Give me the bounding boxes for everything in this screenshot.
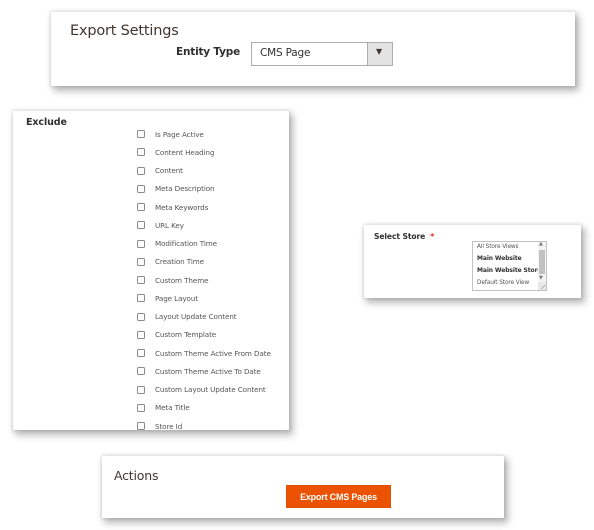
entity-type-label: Entity Type [176, 46, 240, 58]
store-option-group: Main Website [477, 255, 522, 262]
exclude-field-label: Content Heading [155, 147, 215, 157]
exclude-checkbox[interactable] [137, 385, 145, 394]
exclude-field-label: Store Id [155, 421, 183, 431]
exclude-field-row[interactable]: Custom Template [137, 328, 216, 342]
actions-title: Actions [114, 468, 159, 483]
exclude-field-row[interactable]: Creation Time [137, 255, 204, 269]
exclude-title: Exclude [26, 117, 67, 128]
exclude-checkbox[interactable] [137, 330, 145, 339]
exclude-checkbox[interactable] [137, 130, 145, 138]
exclude-field-row[interactable]: Content [137, 164, 183, 178]
exclude-field-row[interactable]: Custom Theme Active From Date [137, 346, 271, 360]
exclude-field-label: Custom Theme [155, 275, 209, 285]
exclude-field-row[interactable]: Custom Theme Active To Date [137, 364, 261, 378]
exclude-checkbox[interactable] [137, 294, 145, 303]
exclude-field-label: Meta Description [155, 184, 215, 194]
chevron-down-icon: ▼ [376, 47, 383, 56]
exclude-checkbox[interactable] [137, 403, 145, 412]
exclude-field-label: URL Key [155, 220, 184, 230]
exclude-field-label: Custom Template [155, 330, 217, 340]
exclude-checkbox[interactable] [137, 257, 145, 266]
scrollbar-thumb[interactable] [539, 250, 545, 274]
exclude-field-label: Page Layout [155, 293, 199, 303]
exclude-field-row[interactable]: Modification Time [137, 237, 217, 251]
entity-type-value: CMS Page [260, 47, 311, 59]
exclude-field-label: Layout Update Content [155, 312, 237, 321]
exclude-field-label: Custom Theme Active From Date [155, 348, 271, 358]
entity-type-select[interactable]: CMS Page ▼ [251, 42, 393, 66]
exclude-checkbox[interactable] [137, 203, 145, 211]
exclude-field-row[interactable]: Store Id [137, 419, 182, 433]
exclude-field-row[interactable]: Meta Description [137, 182, 215, 196]
export-settings-panel: Export Settings Entity Type CMS Page ▼ [51, 12, 575, 86]
exclude-field-label: Creation Time [155, 257, 204, 267]
exclude-field-row[interactable]: Layout Update Content [137, 310, 237, 324]
store-option-group: Main Website Store [477, 267, 542, 274]
exclude-field-row[interactable]: Page Layout [137, 291, 198, 305]
exclude-field-label: Custom Theme Active To Date [155, 366, 261, 376]
exclude-checkbox[interactable] [137, 166, 145, 175]
entity-type-dropdown-button[interactable]: ▼ [367, 43, 392, 65]
exclude-field-row[interactable]: Meta Keywords [137, 200, 208, 214]
actions-panel: Actions Export CMS Pages [102, 456, 504, 518]
exclude-field-row[interactable]: Meta Title [137, 401, 190, 415]
exclude-checkbox[interactable] [137, 184, 145, 193]
exclude-field-row[interactable]: Content Heading [137, 145, 214, 159]
exclude-field-row[interactable]: Custom Theme [137, 273, 209, 287]
exclude-checkbox[interactable] [137, 221, 145, 230]
exclude-checkbox[interactable] [137, 422, 145, 430]
exclude-checkbox[interactable] [137, 367, 145, 376]
select-store-label: Select Store * [374, 232, 434, 241]
exclude-field-label: Content [155, 166, 183, 175]
exclude-checkbox[interactable] [137, 148, 145, 157]
exclude-panel: Exclude Is Page Active Content Heading Con… [13, 111, 289, 433]
exclude-field-label: Custom Layout Update Content [155, 385, 266, 394]
exclude-checkbox[interactable] [137, 276, 145, 284]
exclude-checkbox[interactable] [137, 312, 145, 321]
export-cms-pages-button[interactable]: Export CMS Pages [286, 485, 391, 508]
exclude-field-label: Modification Time [155, 239, 217, 248]
exclude-field-label: Is Page Active [155, 129, 204, 139]
store-listbox[interactable]: All Store Views Main Website Main Website … [472, 241, 547, 291]
export-settings-title: Export Settings [70, 23, 179, 39]
store-option[interactable]: Default Store View [477, 280, 529, 286]
exclude-field-label: Meta Title [155, 403, 190, 413]
required-marker: * [430, 232, 435, 241]
exclude-field-row[interactable]: Custom Layout Update Content [137, 383, 266, 397]
select-store-panel: Select Store * All Store Views Main Websit… [364, 225, 581, 298]
exclude-checkbox[interactable] [137, 239, 145, 248]
scroll-up-icon[interactable]: ▲ [539, 242, 543, 247]
resize-handle-icon[interactable] [538, 282, 546, 290]
exclude-checkbox[interactable] [137, 349, 145, 357]
exclude-field-row[interactable]: Is Page Active [137, 127, 204, 141]
scroll-down-icon[interactable]: ▼ [539, 275, 543, 281]
exclude-field-label: Meta Keywords [155, 202, 209, 212]
select-store-label-text: Select Store [374, 232, 426, 241]
store-option[interactable]: All Store Views [477, 244, 519, 250]
exclude-field-row[interactable]: URL Key [137, 218, 184, 232]
